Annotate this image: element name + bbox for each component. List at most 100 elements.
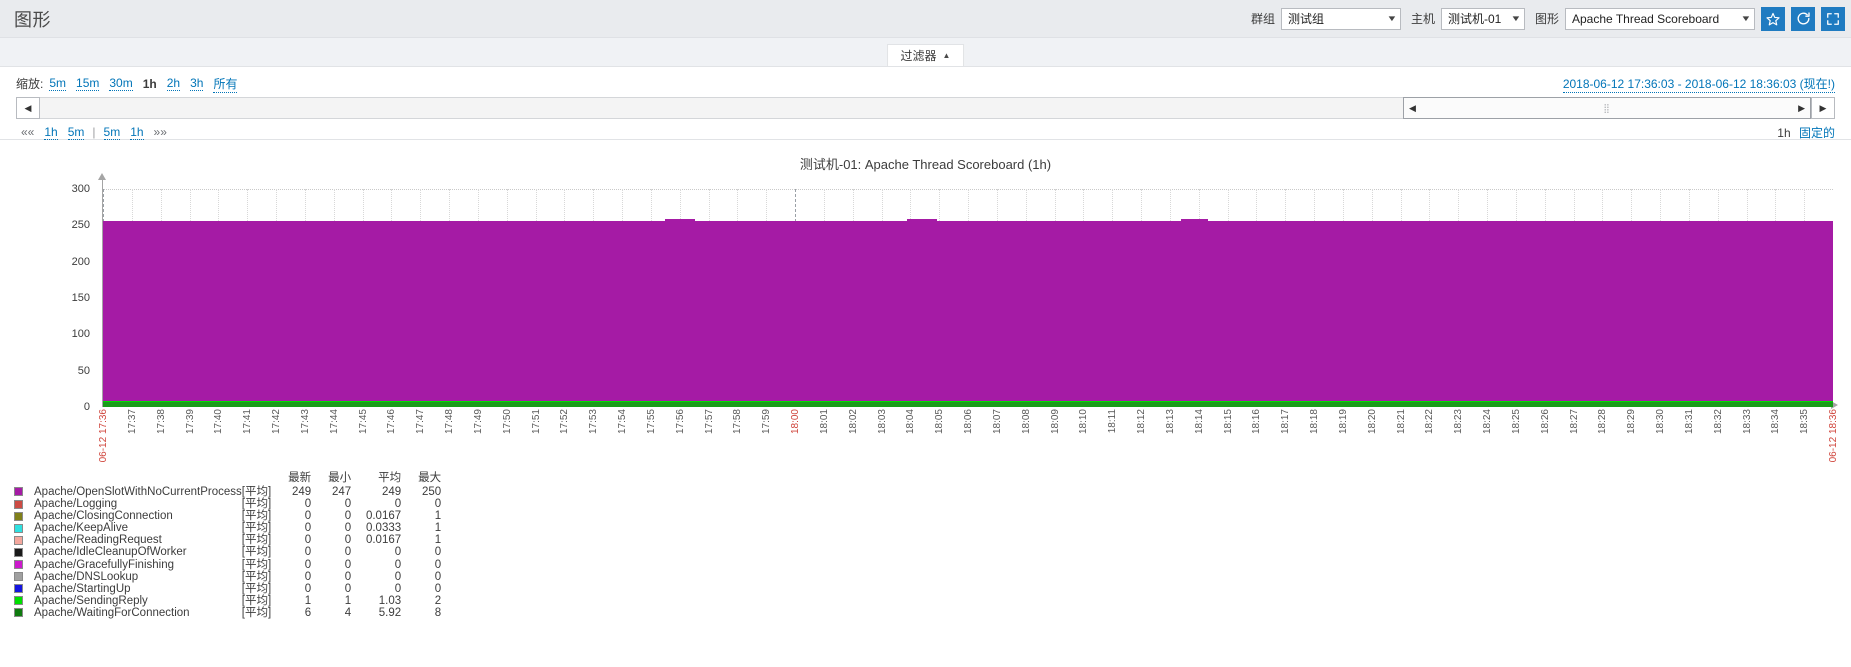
triangle-right-icon: ▶	[1819, 102, 1827, 113]
x-tick-label: 17:44	[328, 409, 340, 435]
nav-first[interactable]: ««	[21, 125, 34, 139]
legend-value-last: 0	[304, 570, 312, 583]
legend-value-avg: 249	[381, 486, 402, 498]
nav-last[interactable]: »»	[154, 125, 167, 139]
filter-tab-row: 过滤器 ▲	[0, 38, 1851, 66]
legend-value-avg: 0	[394, 558, 402, 571]
legend-value-avg: 1.03	[378, 594, 402, 607]
legend-value-max: 1	[434, 522, 442, 535]
series-spike	[907, 218, 937, 221]
x-tick-label: 17:49	[472, 409, 484, 435]
legend-value-max: 8	[434, 606, 442, 619]
triangle-left-icon: ◀	[24, 102, 32, 113]
host-select[interactable]: 测试机-01 ▼	[1440, 7, 1525, 30]
drag-grip-icon[interactable]: ⣿	[1416, 103, 1798, 114]
legend-color-swatch	[14, 523, 23, 533]
x-axis-labels: 06-12 17:36 17:37 17:38 17:39 17:40 17:41 17:4…	[98, 409, 1839, 479]
chevron-up-icon: ▲	[942, 50, 951, 60]
legend-item-function: [平均]	[241, 486, 272, 498]
zoom-label: 缩放:	[16, 77, 44, 91]
x-tick-label: 18:21	[1395, 409, 1407, 435]
period-value: 1h	[1777, 126, 1791, 140]
legend-color-swatch	[14, 535, 23, 545]
graph-legend: 最新 最小 平均 最大 Apache/OpenSlotWithNoCurrent…	[14, 469, 1851, 619]
legend-value-min: 0	[344, 510, 352, 523]
legend-value-last: 0	[304, 522, 312, 535]
legend-swatch-cell	[14, 607, 34, 619]
legend-value-last: 0	[304, 510, 312, 523]
star-icon	[1766, 12, 1780, 26]
legend-item-function: [平均]	[241, 606, 272, 619]
x-tick-label: 17:58	[732, 409, 744, 435]
y-tick-150: 150	[71, 292, 90, 304]
date-range-link[interactable]: 2018-06-12 17:36:03 - 2018-06-12 18:36:0…	[1562, 75, 1835, 93]
zoom-option-30m[interactable]: 30m	[109, 76, 133, 91]
zoom-option-2h[interactable]: 2h	[166, 76, 181, 91]
zoom-option-3h[interactable]: 3h	[190, 76, 204, 91]
nav-back-5m[interactable]: 5m	[67, 125, 85, 140]
legend-value-min: 0	[344, 546, 352, 559]
zoom-option-all[interactable]: 所有	[213, 75, 238, 93]
legend-row: Apache/SendingReply [平均] 1 1 1.03 2	[14, 595, 441, 607]
nav-forward-1h[interactable]: 1h	[130, 125, 144, 140]
handle-left-arrow-icon[interactable]: ◀	[1409, 103, 1416, 114]
x-tick-label: 18:26	[1539, 409, 1551, 435]
zoom-option-1h[interactable]: 1h	[143, 77, 157, 91]
legend-swatch-cell	[14, 486, 34, 498]
legend-swatch-cell	[14, 534, 34, 546]
x-tick-label: 06-12 17:36	[98, 409, 109, 463]
group-select[interactable]: 测试组 ▼	[1280, 7, 1401, 30]
legend-value-min: 0	[344, 534, 352, 547]
kiosk-mode-button[interactable]	[1821, 6, 1845, 31]
legend-value-avg: 0.0167	[365, 534, 402, 547]
y-tick-250: 250	[71, 219, 90, 232]
plot-canvas[interactable]	[103, 189, 1833, 407]
legend-item-name: Apache/KeepAlive	[34, 522, 128, 535]
x-tick-label: 17:53	[588, 409, 600, 435]
fixed-toggle-link[interactable]: 固定的	[1798, 126, 1835, 141]
series-spike	[1180, 218, 1209, 221]
x-tick-label: 18:06	[963, 409, 974, 435]
scrollbar-handle[interactable]: ◀ ⣿ ▶	[1403, 97, 1811, 119]
graph-select[interactable]: Apache Thread Scoreboard ▼	[1565, 7, 1755, 30]
legend-value-avg: 0	[394, 498, 402, 511]
x-tick-label: 18:20	[1366, 409, 1378, 435]
x-tick-label: 17:41	[242, 409, 254, 435]
legend-item-function: [平均]	[241, 534, 272, 547]
legend-row: Apache/KeepAlive [平均] 0 0 0.0333 1	[14, 522, 441, 534]
x-tick-label: 18:35	[1799, 409, 1811, 435]
page-header: 图形 群组 测试组 ▼ 主机 测试机-01 ▼ 图形 Apache Thread…	[0, 0, 1851, 38]
zoom-option-5m[interactable]: 5m	[49, 76, 67, 91]
add-favorite-button[interactable]	[1761, 6, 1785, 31]
x-tick-label: 17:39	[184, 409, 196, 435]
legend-value-max: 2	[434, 594, 442, 607]
nav-separator: |	[92, 125, 96, 139]
time-scrollbar[interactable]: ◀ ◀ ⣿ ▶ ▶	[16, 97, 1835, 119]
y-tick-300: 300	[71, 183, 90, 195]
legend-value-last: 0	[304, 582, 312, 595]
legend-swatch-cell	[14, 583, 34, 595]
chevron-down-icon: ▼	[1510, 14, 1522, 23]
legend-value-min: 1	[344, 594, 352, 607]
x-tick-label: 18:31	[1683, 409, 1695, 435]
refresh-button[interactable]	[1791, 6, 1815, 31]
scroll-right-button[interactable]: ▶	[1811, 97, 1835, 119]
legend-item-function: [平均]	[241, 510, 272, 523]
legend-item-function: [平均]	[241, 498, 272, 511]
handle-right-arrow-icon[interactable]: ▶	[1798, 103, 1805, 114]
zoom-option-15m[interactable]: 15m	[76, 76, 100, 91]
scroll-left-button[interactable]: ◀	[16, 97, 40, 119]
nav-back-1h[interactable]: 1h	[44, 125, 58, 140]
nav-forward-5m[interactable]: 5m	[103, 125, 121, 140]
x-tick-label: 18:18	[1309, 409, 1320, 435]
filter-tab-label: 过滤器	[900, 49, 937, 63]
legend-row: Apache/ClosingConnection [平均] 0 0 0.0167 1	[14, 510, 441, 522]
x-tick-label: 17:48	[444, 409, 455, 435]
x-tick-label: 18:27	[1568, 409, 1580, 435]
filter-tab[interactable]: 过滤器 ▲	[886, 44, 965, 66]
x-tick-label: 17:47	[415, 409, 427, 435]
legend-value-max: 0	[434, 498, 442, 511]
period-fixed-wrap: 1h 固定的	[1777, 124, 1835, 141]
scrollbar-track[interactable]	[40, 97, 1403, 119]
legend-value-max: 0	[434, 546, 442, 559]
